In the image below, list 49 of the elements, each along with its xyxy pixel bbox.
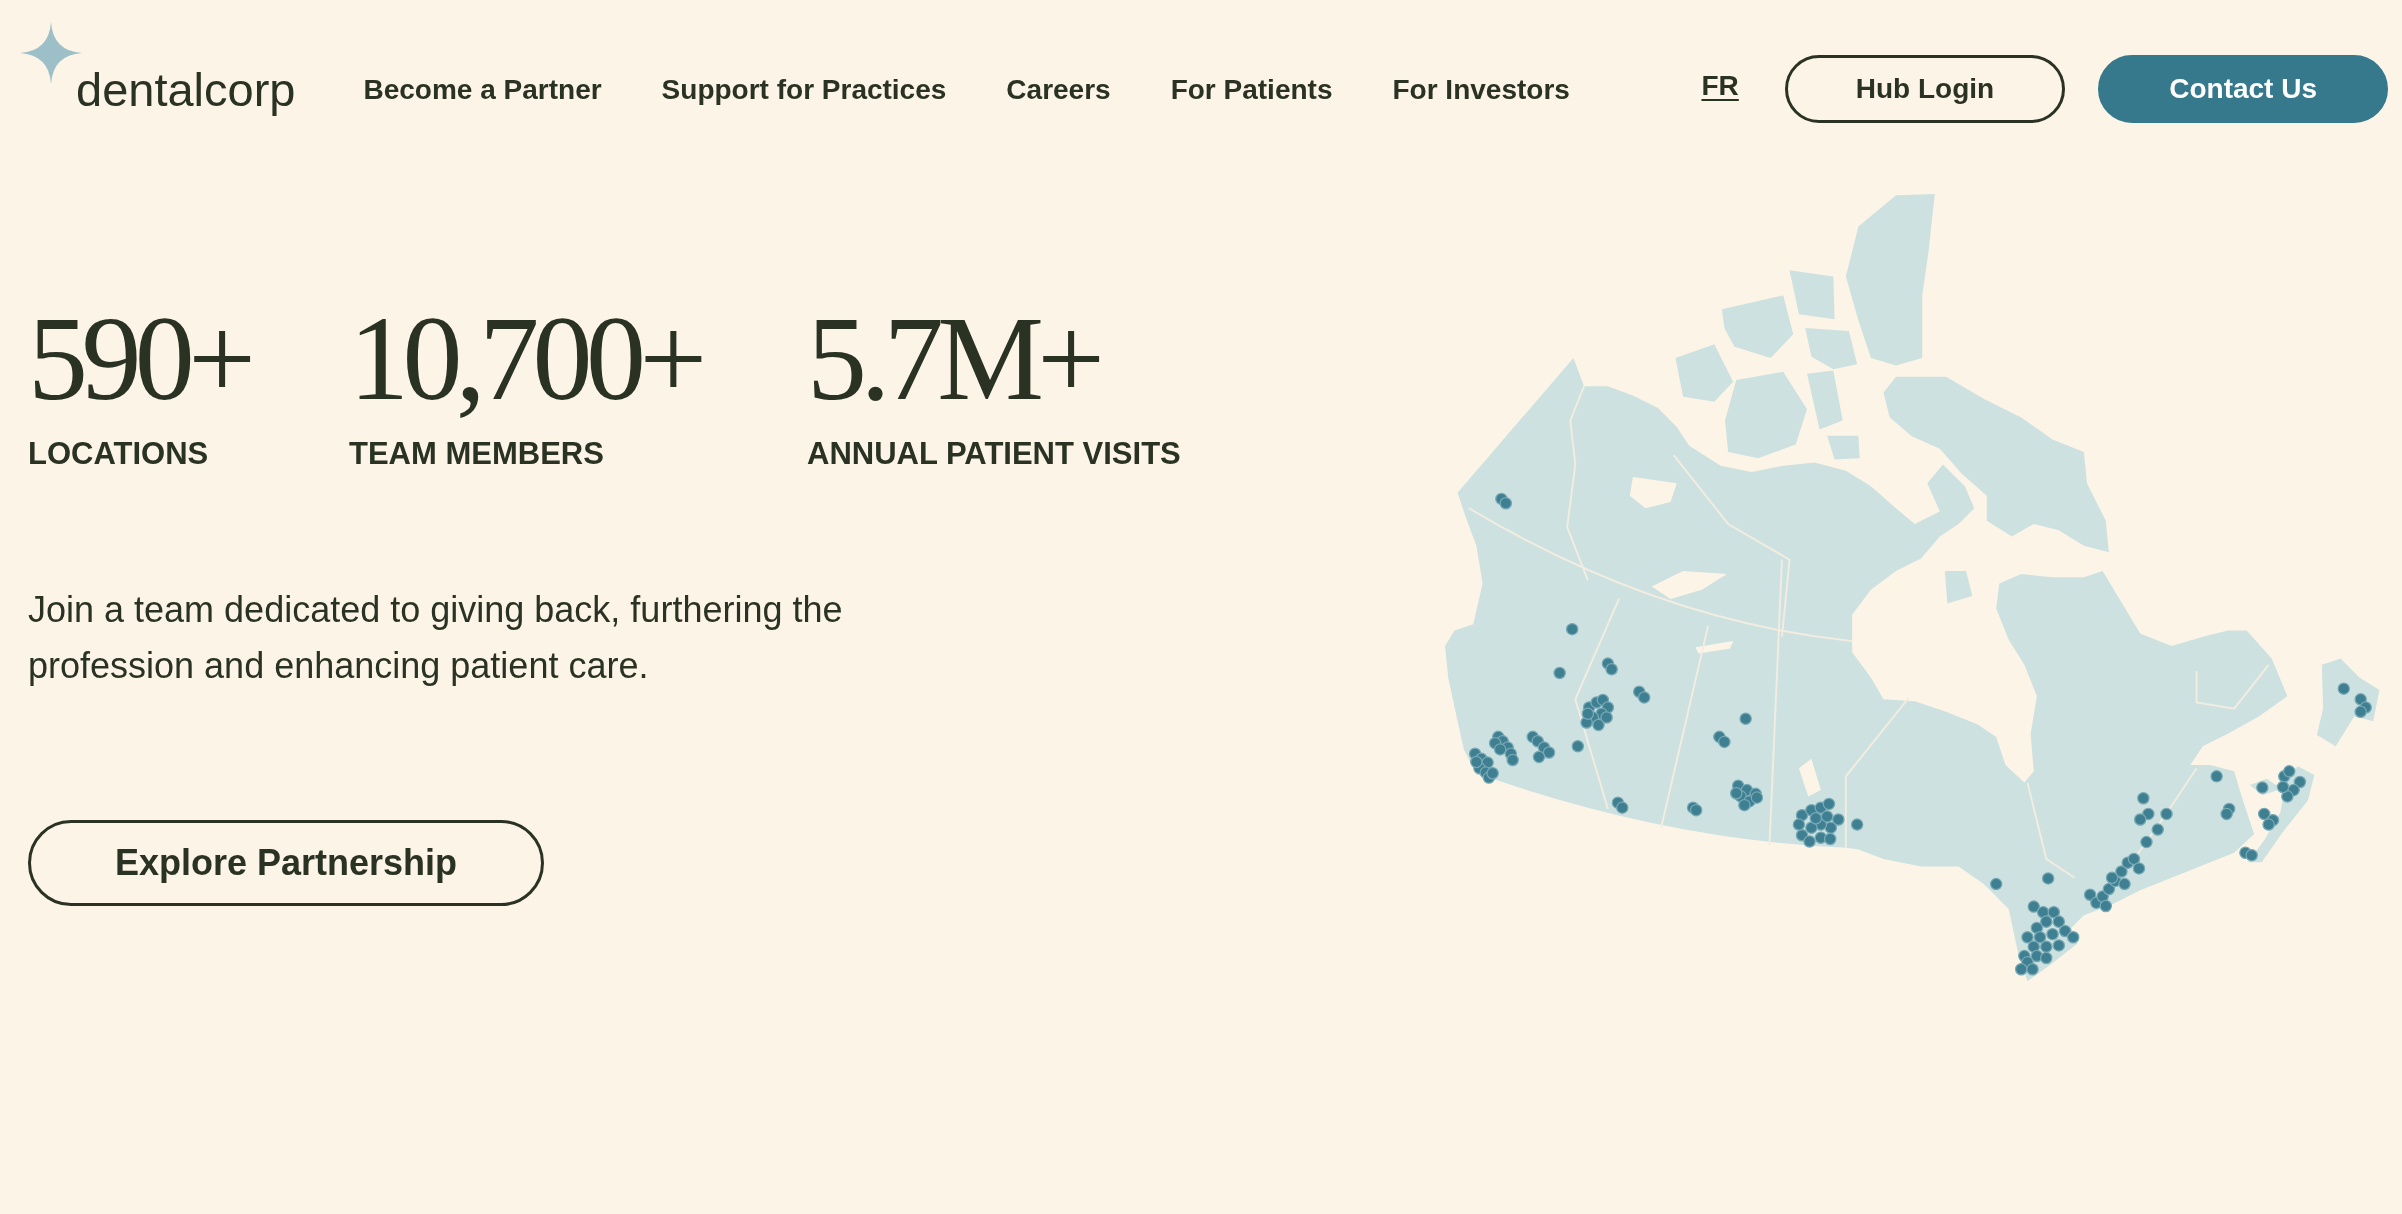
- explore-partnership-button[interactable]: Explore Partnership: [28, 820, 544, 906]
- location-marker: [2140, 835, 2153, 849]
- language-link[interactable]: FR: [1701, 72, 1739, 100]
- location-marker: [2256, 781, 2269, 794]
- location-marker: [2041, 872, 2055, 885]
- location-marker: [2151, 823, 2164, 836]
- location-cluster: [1611, 796, 1629, 814]
- location-cluster: [1601, 657, 1618, 676]
- location-marker: [2137, 792, 2150, 805]
- location-marker: [2210, 770, 2223, 783]
- location-marker: [1571, 740, 1585, 753]
- nav-link[interactable]: For Investors: [1392, 76, 1570, 104]
- location-marker: [2337, 682, 2350, 695]
- nav-link[interactable]: Careers: [1006, 76, 1111, 104]
- location-cluster: [1488, 730, 1519, 767]
- location-cluster: [1632, 685, 1651, 704]
- intro-paragraph: Join a team dedicated to giving back, furthering the profession and enhancing patient care.: [28, 588, 844, 688]
- location-cluster: [2276, 765, 2307, 803]
- location-cluster: [2083, 852, 2146, 913]
- location-marker: [1850, 818, 1864, 831]
- location-cluster: [1713, 730, 1731, 749]
- stat-value: 5.7M+: [807, 299, 1099, 419]
- location-cluster: [1580, 693, 1615, 732]
- location-marker: [2160, 807, 2173, 821]
- nav-link[interactable]: Support for Practices: [661, 76, 947, 104]
- stat-label: TEAM MEMBERS: [349, 438, 604, 469]
- location-marker: [1989, 877, 2003, 891]
- stat-value: 10,700+: [349, 299, 701, 419]
- location-marker: [1739, 712, 1752, 725]
- stat-label: ANNUAL PATIENT VISITS: [807, 438, 1181, 469]
- location-cluster: [1730, 779, 1764, 812]
- location-cluster: [1495, 492, 1513, 510]
- login-button[interactable]: Hub Login: [1784, 55, 2066, 123]
- location-cluster: [2220, 802, 2236, 821]
- location-marker: [1553, 666, 1566, 680]
- location-cluster: [2354, 693, 2372, 719]
- stat-value: 590+: [28, 299, 250, 419]
- location-cluster: [1468, 747, 1499, 784]
- nav-link[interactable]: For Patients: [1170, 76, 1333, 104]
- location-cluster: [1792, 797, 1845, 848]
- stat-label: LOCATIONS: [28, 438, 209, 469]
- location-cluster: [2257, 807, 2280, 831]
- location-cluster: [1526, 730, 1556, 764]
- location-cluster: [2133, 807, 2155, 826]
- location-marker: [1565, 622, 1579, 636]
- location-cluster: [1686, 801, 1703, 817]
- nav-link[interactable]: Become a Partner: [363, 76, 602, 104]
- location-cluster: [2239, 846, 2258, 862]
- contact-button[interactable]: Contact Us: [2098, 55, 2388, 123]
